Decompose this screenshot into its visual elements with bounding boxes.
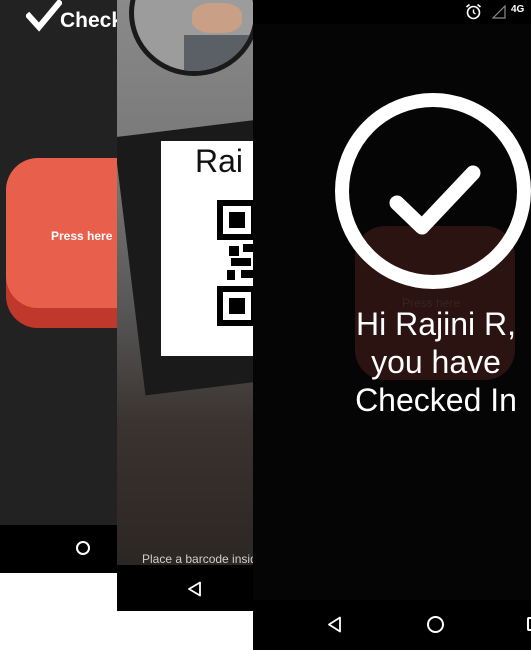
avatar-shirt <box>184 35 254 71</box>
home-nav-icon[interactable] <box>427 616 444 633</box>
press-here-label: Press here <box>51 229 113 243</box>
checked-in-screen: 4G Press here Hi Rajini R, you have Chec… <box>253 0 531 650</box>
home-screen: Check Press here <box>0 0 130 573</box>
navigation-bar <box>0 525 130 573</box>
alarm-icon <box>465 3 482 20</box>
checkmark-logo-icon <box>26 0 62 32</box>
app-title: Check <box>60 9 124 32</box>
recents-nav-icon[interactable] <box>527 617 531 631</box>
qr-code-icon <box>217 200 257 326</box>
navigation-bar <box>253 600 531 650</box>
signal-icon <box>492 5 506 19</box>
check-circle-icon <box>335 93 531 289</box>
checked-in-message: Hi Rajini R, you have Checked In <box>355 306 517 418</box>
scanner-hint: Place a barcode inside <box>142 552 257 566</box>
network-type: 4G <box>511 4 525 15</box>
back-nav-icon[interactable] <box>327 616 342 633</box>
avatar-face <box>192 3 242 33</box>
badge-name: Rai <box>195 143 244 179</box>
scanner-screen: Rai Place a barcode inside <box>117 0 257 611</box>
back-nav-icon[interactable] <box>187 581 202 597</box>
status-bar <box>253 0 531 24</box>
home-nav-icon[interactable] <box>76 541 90 555</box>
